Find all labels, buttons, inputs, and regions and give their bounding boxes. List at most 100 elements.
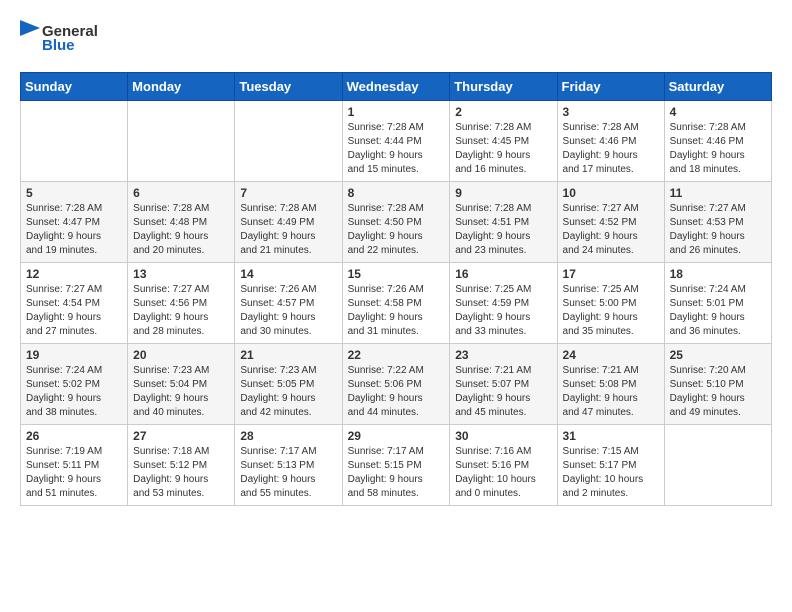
day-number: 19 <box>26 348 122 362</box>
day-number: 15 <box>348 267 445 281</box>
calendar-cell: 4 Sunrise: 7:28 AM Sunset: 4:46 PM Daylig… <box>664 101 771 182</box>
day-info: Sunrise: 7:17 AM Sunset: 5:13 PM Dayligh… <box>240 445 336 501</box>
calendar-week-row: 26Sunrise: 7:19 AM Sunset: 5:11 PM Dayli… <box>21 425 772 506</box>
day-info: Sunrise: 7:17 AM Sunset: 5:15 PM Dayligh… <box>348 445 445 501</box>
day-info: Sunrise: 7:28 AM Sunset: 4:44 PM Dayligh… <box>348 121 445 177</box>
day-info: Sunrise: 7:28 AM Sunset: 4:48 PM Dayligh… <box>133 202 229 258</box>
calendar-cell: 20 Sunrise: 7:23 AM Sunset: 5:04 PM Dayli… <box>128 344 235 425</box>
day-info: Sunrise: 7:27 AM Sunset: 4:54 PM Dayligh… <box>26 283 122 339</box>
calendar-cell: 15 Sunrise: 7:26 AM Sunset: 4:58 PM Dayli… <box>342 263 450 344</box>
calendar-cell: 12 Sunrise: 7:27 AM Sunset: 4:54 PM Dayli… <box>21 263 128 344</box>
day-info: Sunrise: 7:28 AM Sunset: 4:50 PM Dayligh… <box>348 202 445 258</box>
calendar-cell: 24 Sunrise: 7:21 AM Sunset: 5:08 PM Dayli… <box>557 344 664 425</box>
calendar-cell: 8 Sunrise: 7:28 AM Sunset: 4:50 PM Daylig… <box>342 182 450 263</box>
day-number: 14 <box>240 267 336 281</box>
day-info: Sunrise: 7:26 AM Sunset: 4:57 PM Dayligh… <box>240 283 336 339</box>
day-info: Sunrise: 7:21 AM Sunset: 5:08 PM Dayligh… <box>563 364 659 420</box>
calendar-cell: 5 Sunrise: 7:28 AM Sunset: 4:47 PM Daylig… <box>21 182 128 263</box>
column-header-friday: Friday <box>557 73 664 101</box>
day-number: 12 <box>26 267 122 281</box>
calendar-week-row: 12 Sunrise: 7:27 AM Sunset: 4:54 PM Dayli… <box>21 263 772 344</box>
day-info: Sunrise: 7:28 AM Sunset: 4:45 PM Dayligh… <box>455 121 551 177</box>
day-info: Sunrise: 7:23 AM Sunset: 5:04 PM Dayligh… <box>133 364 229 420</box>
day-info: Sunrise: 7:18 AM Sunset: 5:12 PM Dayligh… <box>133 445 229 501</box>
day-info: Sunrise: 7:25 AM Sunset: 4:59 PM Dayligh… <box>455 283 551 339</box>
calendar-week-row: 19 Sunrise: 7:24 AM Sunset: 5:02 PM Dayli… <box>21 344 772 425</box>
day-number: 5 <box>26 186 122 200</box>
day-number: 29 <box>348 429 445 443</box>
calendar-week-row: 5 Sunrise: 7:28 AM Sunset: 4:47 PM Daylig… <box>21 182 772 263</box>
calendar-cell <box>664 425 771 506</box>
calendar-header-row: SundayMondayTuesdayWednesdayThursdayFrid… <box>21 73 772 101</box>
day-info: Sunrise: 7:28 AM Sunset: 4:46 PM Dayligh… <box>563 121 659 177</box>
day-number: 3 <box>563 105 659 119</box>
day-info: Sunrise: 7:24 AM Sunset: 5:01 PM Dayligh… <box>670 283 766 339</box>
day-number: 24 <box>563 348 659 362</box>
calendar-cell: 25 Sunrise: 7:20 AM Sunset: 5:10 PM Dayli… <box>664 344 771 425</box>
day-number: 2 <box>455 105 551 119</box>
day-info: Sunrise: 7:28 AM Sunset: 4:47 PM Dayligh… <box>26 202 122 258</box>
column-header-monday: Monday <box>128 73 235 101</box>
calendar-cell: 21 Sunrise: 7:23 AM Sunset: 5:05 PM Dayli… <box>235 344 342 425</box>
calendar-cell <box>21 101 128 182</box>
calendar-cell <box>128 101 235 182</box>
day-info: Sunrise: 7:28 AM Sunset: 4:51 PM Dayligh… <box>455 202 551 258</box>
calendar-cell: 29 Sunrise: 7:17 AM Sunset: 5:15 PM Dayli… <box>342 425 450 506</box>
day-number: 4 <box>670 105 766 119</box>
calendar-cell: 14 Sunrise: 7:26 AM Sunset: 4:57 PM Dayli… <box>235 263 342 344</box>
calendar-cell: 3 Sunrise: 7:28 AM Sunset: 4:46 PM Daylig… <box>557 101 664 182</box>
day-number: 10 <box>563 186 659 200</box>
column-header-saturday: Saturday <box>664 73 771 101</box>
column-header-sunday: Sunday <box>21 73 128 101</box>
day-info: Sunrise: 7:27 AM Sunset: 4:53 PM Dayligh… <box>670 202 766 258</box>
day-info: Sunrise: 7:23 AM Sunset: 5:05 PM Dayligh… <box>240 364 336 420</box>
calendar-cell: 11Sunrise: 7:27 AM Sunset: 4:53 PM Dayli… <box>664 182 771 263</box>
column-header-thursday: Thursday <box>450 73 557 101</box>
day-info: Sunrise: 7:27 AM Sunset: 4:52 PM Dayligh… <box>563 202 659 258</box>
day-number: 23 <box>455 348 551 362</box>
day-number: 7 <box>240 186 336 200</box>
day-info: Sunrise: 7:15 AM Sunset: 5:17 PM Dayligh… <box>563 445 659 501</box>
day-info: Sunrise: 7:25 AM Sunset: 5:00 PM Dayligh… <box>563 283 659 339</box>
calendar-cell: 7 Sunrise: 7:28 AM Sunset: 4:49 PM Daylig… <box>235 182 342 263</box>
day-info: Sunrise: 7:26 AM Sunset: 4:58 PM Dayligh… <box>348 283 445 339</box>
day-info: Sunrise: 7:19 AM Sunset: 5:11 PM Dayligh… <box>26 445 122 501</box>
day-info: Sunrise: 7:24 AM Sunset: 5:02 PM Dayligh… <box>26 364 122 420</box>
day-number: 8 <box>348 186 445 200</box>
column-header-wednesday: Wednesday <box>342 73 450 101</box>
day-number: 17 <box>563 267 659 281</box>
day-info: Sunrise: 7:21 AM Sunset: 5:07 PM Dayligh… <box>455 364 551 420</box>
day-number: 31 <box>563 429 659 443</box>
day-number: 28 <box>240 429 336 443</box>
calendar-cell: 27 Sunrise: 7:18 AM Sunset: 5:12 PM Dayli… <box>128 425 235 506</box>
calendar-cell: 19 Sunrise: 7:24 AM Sunset: 5:02 PM Dayli… <box>21 344 128 425</box>
calendar-cell: 22Sunrise: 7:22 AM Sunset: 5:06 PM Dayli… <box>342 344 450 425</box>
day-number: 13 <box>133 267 229 281</box>
day-info: Sunrise: 7:27 AM Sunset: 4:56 PM Dayligh… <box>133 283 229 339</box>
calendar-cell: 18Sunrise: 7:24 AM Sunset: 5:01 PM Dayli… <box>664 263 771 344</box>
day-info: Sunrise: 7:28 AM Sunset: 4:49 PM Dayligh… <box>240 202 336 258</box>
calendar-table: SundayMondayTuesdayWednesdayThursdayFrid… <box>20 72 772 506</box>
calendar-cell: 16Sunrise: 7:25 AM Sunset: 4:59 PM Dayli… <box>450 263 557 344</box>
calendar-cell: 30Sunrise: 7:16 AM Sunset: 5:16 PM Dayli… <box>450 425 557 506</box>
day-info: Sunrise: 7:22 AM Sunset: 5:06 PM Dayligh… <box>348 364 445 420</box>
calendar-cell: 28 Sunrise: 7:17 AM Sunset: 5:13 PM Dayli… <box>235 425 342 506</box>
calendar-cell: 23 Sunrise: 7:21 AM Sunset: 5:07 PM Dayli… <box>450 344 557 425</box>
day-number: 25 <box>670 348 766 362</box>
calendar-cell: 26Sunrise: 7:19 AM Sunset: 5:11 PM Dayli… <box>21 425 128 506</box>
day-number: 30 <box>455 429 551 443</box>
day-number: 27 <box>133 429 229 443</box>
calendar-cell: 1Sunrise: 7:28 AM Sunset: 4:44 PM Daylig… <box>342 101 450 182</box>
calendar-cell: 17 Sunrise: 7:25 AM Sunset: 5:00 PM Dayli… <box>557 263 664 344</box>
calendar-week-row: 1Sunrise: 7:28 AM Sunset: 4:44 PM Daylig… <box>21 101 772 182</box>
page-header: GeneralBlue <box>20 20 772 56</box>
day-number: 20 <box>133 348 229 362</box>
day-number: 9 <box>455 186 551 200</box>
day-info: Sunrise: 7:28 AM Sunset: 4:46 PM Dayligh… <box>670 121 766 177</box>
calendar-cell: 2 Sunrise: 7:28 AM Sunset: 4:45 PM Daylig… <box>450 101 557 182</box>
column-header-tuesday: Tuesday <box>235 73 342 101</box>
day-number: 6 <box>133 186 229 200</box>
day-number: 21 <box>240 348 336 362</box>
day-info: Sunrise: 7:20 AM Sunset: 5:10 PM Dayligh… <box>670 364 766 420</box>
calendar-cell: 31 Sunrise: 7:15 AM Sunset: 5:17 PM Dayli… <box>557 425 664 506</box>
